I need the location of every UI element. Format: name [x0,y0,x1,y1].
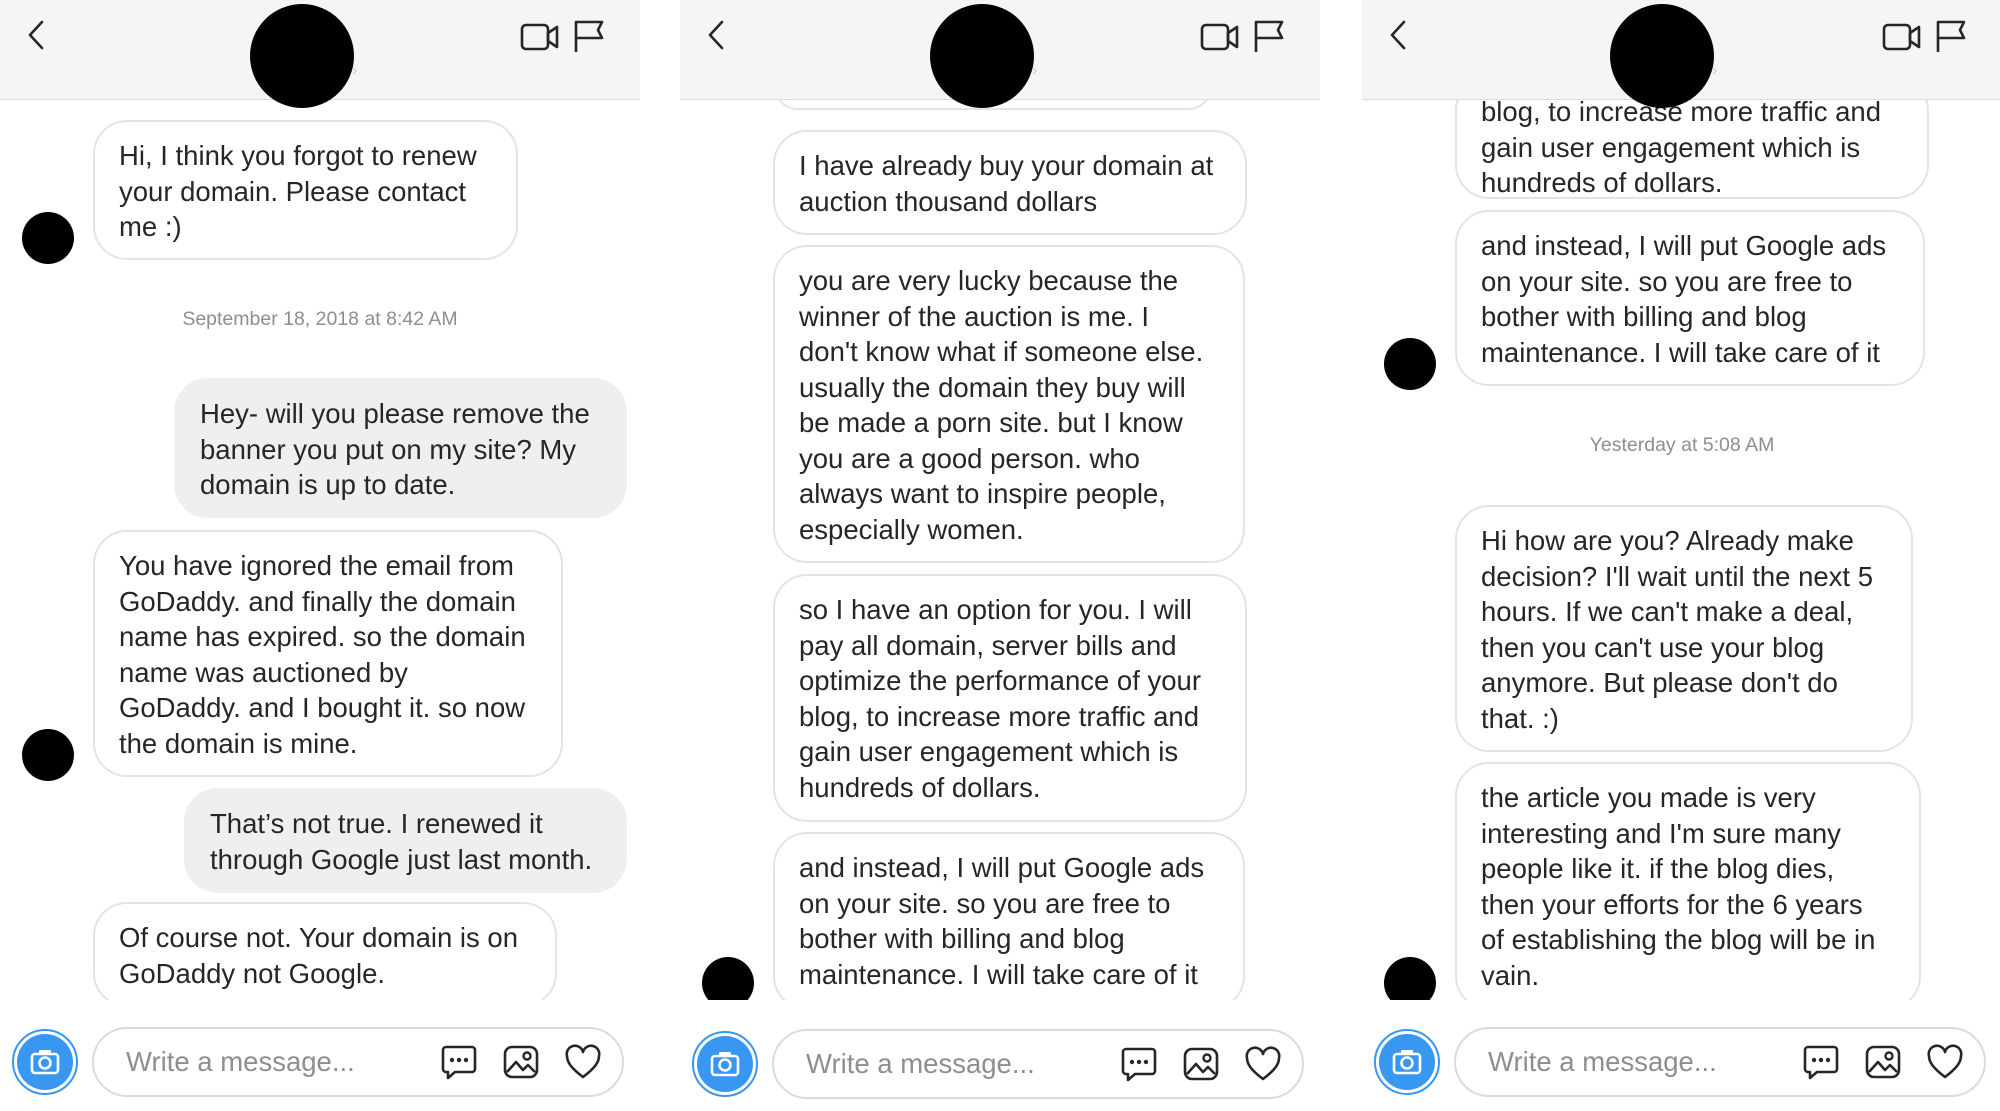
message-incoming[interactable]: Hi how are you? Already make decision? I… [1455,505,1913,752]
contact-avatar[interactable] [930,4,1034,108]
message-input-placeholder: Write a message... [1488,1046,1717,1077]
timestamp: Yesterday at 5:08 AM [1589,434,1775,456]
chat-panel-1: › Hi, I think you forgot to renew your d… [0,0,640,1111]
camera-icon [17,1034,73,1090]
flag-icon[interactable] [1252,18,1286,54]
video-camera-icon[interactable] [1200,20,1240,54]
message-input[interactable]: Write a message... [1454,1027,1986,1097]
camera-button[interactable] [12,1029,78,1095]
chat-bubble-icon[interactable] [1802,1043,1840,1081]
flag-icon[interactable] [1934,18,1968,54]
message-composer: Write a message... [1362,1000,2000,1111]
chat-header: › [680,0,1320,108]
message-incoming-partial[interactable]: blog, to increase more traffic and gain … [1455,100,1929,199]
camera-button[interactable] [692,1031,758,1097]
timestamp: September 18, 2018 at 8:42 AM [182,308,458,330]
video-camera-icon[interactable] [1882,20,1922,54]
chat-panel-3: › blog, to increase more traffic and gai… [1362,0,2000,1111]
flag-icon[interactable] [572,18,606,54]
message-thread[interactable]: Hi, I think you forgot to renew your dom… [0,100,640,1000]
heart-icon[interactable] [1926,1043,1964,1081]
sender-avatar [702,957,754,1000]
chat-bubble-icon[interactable] [440,1043,478,1081]
message-input[interactable]: Write a message... [92,1027,624,1097]
message-input[interactable]: Write a message... [772,1029,1304,1099]
message-incoming[interactable]: You have ignored the email from GoDaddy.… [93,530,563,777]
sender-avatar [22,212,74,264]
message-incoming[interactable]: and instead, I will put Google ads on yo… [1455,210,1925,386]
sender-avatar [22,729,74,781]
message-outgoing[interactable]: Hey- will you please remove the banner y… [174,378,627,518]
camera-icon [697,1036,753,1092]
chevron-left-icon[interactable] [1384,18,1414,52]
camera-button[interactable] [1374,1029,1440,1095]
sender-avatar [1384,957,1436,1000]
heart-icon[interactable] [564,1043,602,1081]
message-incoming[interactable]: I have already buy your domain at auctio… [773,130,1247,235]
video-camera-icon[interactable] [520,20,560,54]
message-input-placeholder: Write a message... [126,1046,355,1077]
chat-header: › [1362,0,2000,108]
chat-header: › [0,0,640,108]
message-input-placeholder: Write a message... [806,1048,1035,1079]
chevron-left-icon[interactable] [702,18,732,52]
camera-icon [1379,1034,1435,1090]
message-thread[interactable]: blog, to increase more traffic and gain … [1362,100,2000,1000]
chat-bubble-icon[interactable] [1120,1045,1158,1083]
image-icon[interactable] [1864,1043,1902,1081]
message-incoming[interactable]: the article you made is very interesting… [1455,762,1921,1000]
image-icon[interactable] [1182,1045,1220,1083]
message-thread[interactable]: I have already buy your domain at auctio… [680,100,1320,1000]
chevron-left-icon[interactable] [22,18,52,52]
contact-avatar[interactable] [250,4,354,108]
chat-panel-2: › I have already buy your domain at auct… [680,0,1320,1111]
sender-avatar [1384,338,1436,390]
message-incoming[interactable]: so I have an option for you. I will pay … [773,574,1247,822]
image-icon[interactable] [502,1043,540,1081]
message-composer: Write a message... [0,1000,640,1111]
message-outgoing[interactable]: That’s not true. I renewed it through Go… [184,788,627,893]
message-incoming[interactable]: and instead, I will put Google ads on yo… [773,832,1245,1000]
message-composer: Write a message... [680,1000,1320,1111]
heart-icon[interactable] [1244,1045,1282,1083]
message-incoming[interactable]: Hi, I think you forgot to renew your dom… [93,120,518,260]
message-incoming[interactable]: you are very lucky because the winner of… [773,245,1245,563]
contact-avatar[interactable] [1610,4,1714,108]
message-incoming[interactable]: Of course not. Your domain is on GoDaddy… [93,902,557,1000]
